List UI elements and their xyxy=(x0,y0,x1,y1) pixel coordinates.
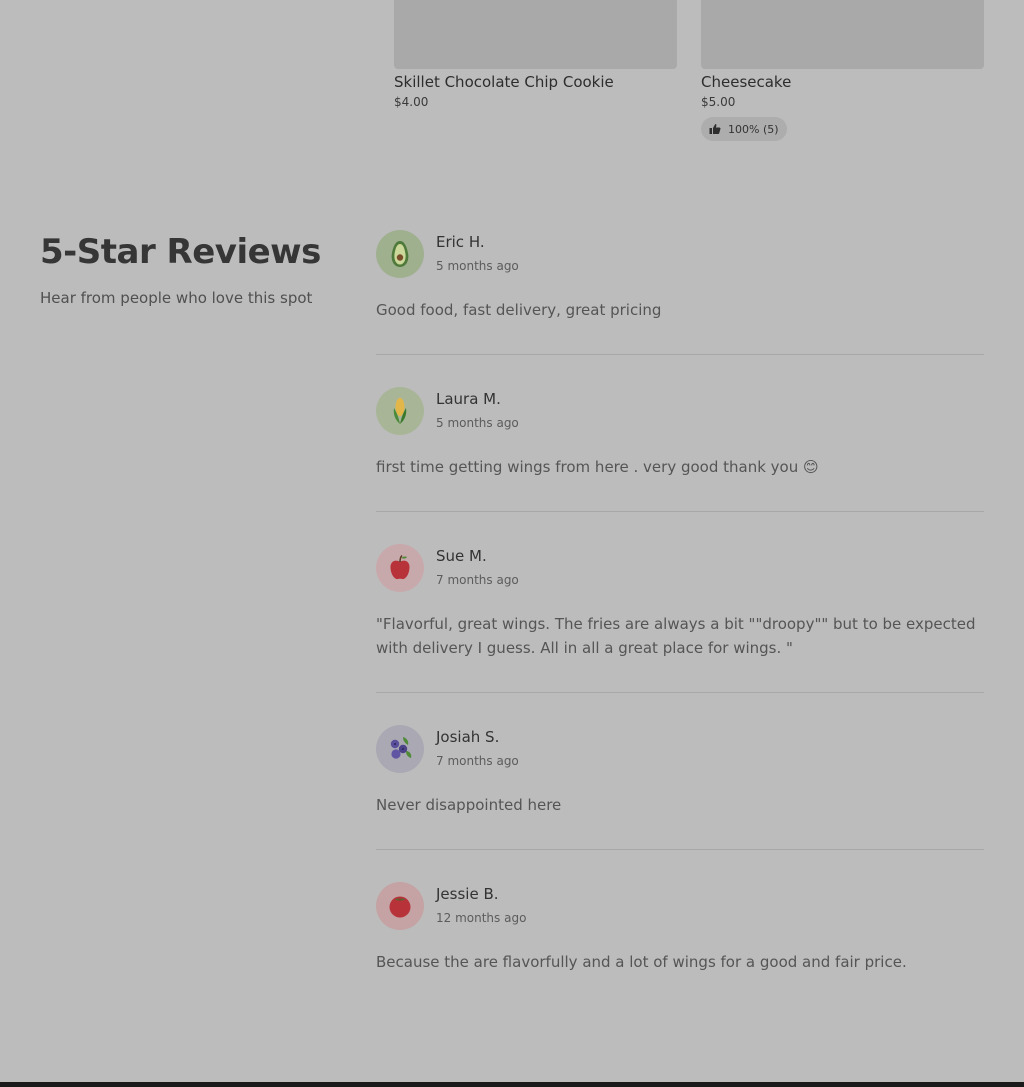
review-text: first time getting wings from here . ver… xyxy=(376,458,819,476)
reviewer-name: Josiah S. xyxy=(436,728,500,746)
avatar xyxy=(376,725,424,773)
review-date: 5 months ago xyxy=(436,259,519,273)
review-header: Eric H. 5 months ago xyxy=(376,230,984,278)
product-image[interactable] xyxy=(701,0,984,69)
rating-badge: 100% (5) xyxy=(701,117,787,141)
rating-text: 100% (5) xyxy=(728,122,779,136)
reviews-list: Eric H. 5 months ago Good food, fast del… xyxy=(376,230,984,1006)
avatar xyxy=(376,230,424,278)
review-date: 7 months ago xyxy=(436,754,519,768)
avatar xyxy=(376,544,424,592)
review-header: Josiah S. 7 months ago xyxy=(376,725,984,773)
review-text: Because the are flavorfully and a lot of… xyxy=(376,953,907,971)
avatar xyxy=(376,387,424,435)
review-date: 12 months ago xyxy=(436,911,527,925)
reviewer-name: Jessie B. xyxy=(436,885,499,903)
page-footer-edge xyxy=(0,1082,1024,1087)
product-price: $5.00 xyxy=(701,95,736,109)
product-price: $4.00 xyxy=(394,95,429,109)
review-header: Laura M. 5 months ago xyxy=(376,387,984,435)
review-header: Sue M. 7 months ago xyxy=(376,544,984,592)
review-text: "Flavorful, great wings. The fries are a… xyxy=(376,615,976,657)
product-card[interactable]: Skillet Chocolate Chip Cookie $4.00 xyxy=(394,0,677,109)
section-subtitle: Hear from people who love this spot xyxy=(40,289,313,307)
reviews-heading-block: 5-Star Reviews Hear from people who love… xyxy=(40,232,350,308)
reviewer-name: Eric H. xyxy=(436,233,485,251)
reviewer-name: Sue M. xyxy=(436,547,487,565)
product-image[interactable] xyxy=(394,0,677,69)
product-carousel: Skillet Chocolate Chip Cookie $4.00 Chee… xyxy=(394,0,984,150)
tomato-icon xyxy=(389,896,411,918)
review-item: Sue M. 7 months ago "Flavorful, great wi… xyxy=(376,544,984,693)
product-name[interactable]: Cheesecake xyxy=(701,73,984,91)
avocado-icon xyxy=(391,241,409,267)
reviewer-name: Laura M. xyxy=(436,390,501,408)
corn-icon xyxy=(393,398,407,424)
product-name[interactable]: Skillet Chocolate Chip Cookie xyxy=(394,73,677,91)
blueberries-icon xyxy=(390,737,412,759)
avatar xyxy=(376,882,424,930)
review-header: Jessie B. 12 months ago xyxy=(376,882,984,930)
product-card[interactable]: Cheesecake $5.00 100% (5) xyxy=(701,0,984,141)
review-item: Josiah S. 7 months ago Never disappointe… xyxy=(376,725,984,850)
thumbs-up-icon xyxy=(709,123,721,135)
review-item: Eric H. 5 months ago Good food, fast del… xyxy=(376,230,984,355)
review-text: Never disappointed here xyxy=(376,796,562,814)
review-item: Laura M. 5 months ago first time getting… xyxy=(376,387,984,512)
review-date: 5 months ago xyxy=(436,416,519,430)
review-date: 7 months ago xyxy=(436,573,519,587)
review-item: Jessie B. 12 months ago Because the are … xyxy=(376,882,984,1006)
apple-icon xyxy=(390,554,410,580)
review-text: Good food, fast delivery, great pricing xyxy=(376,301,662,319)
section-title: 5-Star Reviews xyxy=(40,232,321,272)
